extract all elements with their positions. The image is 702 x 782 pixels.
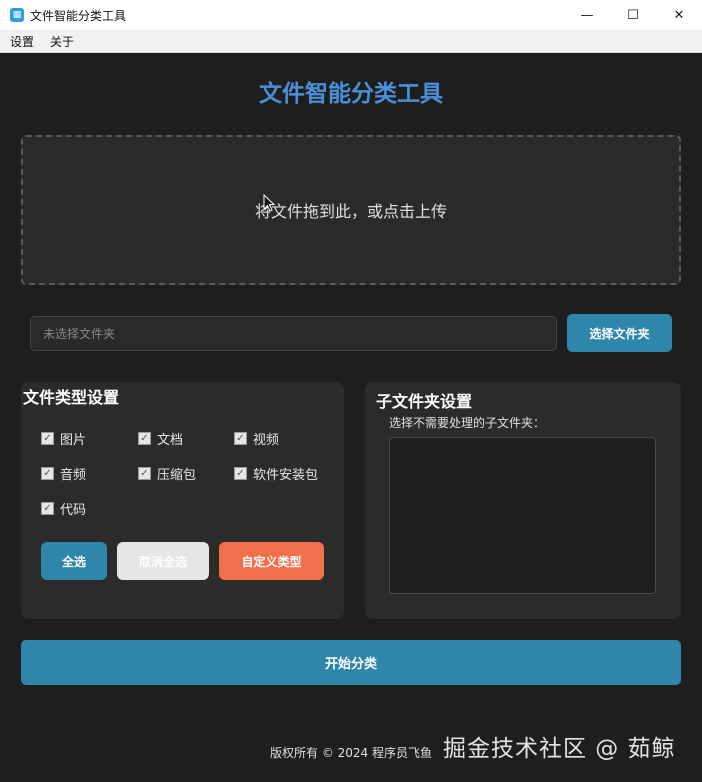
select-all-button[interactable]: 全选: [41, 542, 107, 580]
checkbox-icon: ✓: [41, 467, 54, 480]
maximize-button[interactable]: ☐: [610, 0, 656, 31]
menu-item-about[interactable]: 关于: [44, 33, 80, 50]
app-icon: ▦: [10, 8, 24, 22]
checkbox-image[interactable]: ✓ 图片: [41, 429, 86, 448]
subfolder-hint: 选择不需要处理的子文件夹：: [389, 416, 546, 430]
start-classify-button[interactable]: 开始分类: [21, 640, 681, 685]
subfolder-list[interactable]: [389, 437, 656, 594]
checkbox-icon: ✓: [138, 467, 151, 480]
file-type-title: 文件类型设置: [23, 388, 120, 407]
checkbox-code[interactable]: ✓ 代码: [41, 499, 86, 518]
deselect-all-button[interactable]: 取消全选: [117, 542, 209, 580]
file-type-panel: 文件类型设置 ✓ 图片 ✓ 文档 ✓ 视频 ✓ 音频 ✓ 压缩包 ✓ 软件安装包…: [21, 382, 344, 619]
checkbox-archive[interactable]: ✓ 压缩包: [138, 464, 196, 483]
checkbox-installer[interactable]: ✓ 软件安装包: [234, 464, 318, 483]
close-button[interactable]: ✕: [656, 0, 702, 31]
checkbox-icon: ✓: [138, 432, 151, 445]
window-controls: — ☐ ✕: [564, 0, 702, 31]
checkbox-audio[interactable]: ✓ 音频: [41, 464, 86, 483]
dropzone-text: 将文件拖到此，或点击上传: [254, 202, 447, 221]
subfolder-panel: 子文件夹设置 选择不需要处理的子文件夹：: [365, 382, 681, 619]
minimize-button[interactable]: —: [564, 0, 610, 31]
checkbox-document[interactable]: ✓ 文档: [138, 429, 183, 448]
checkbox-icon: ✓: [234, 432, 247, 445]
menu-item-settings[interactable]: 设置: [4, 33, 40, 50]
mouse-cursor-icon: [263, 194, 275, 212]
watermark: 掘金技术社区 @ 茹鲸: [443, 736, 676, 762]
app-heading: 文件智能分类工具: [259, 81, 443, 107]
checkbox-icon: ✓: [41, 432, 54, 445]
copyright-footer: 版权所有 © 2024 程序员飞鱼: [270, 746, 432, 760]
folder-path-input[interactable]: [30, 316, 557, 351]
checkbox-icon: ✓: [41, 502, 54, 515]
checkbox-video[interactable]: ✓ 视频: [234, 429, 279, 448]
file-dropzone[interactable]: 将文件拖到此，或点击上传: [21, 135, 681, 285]
menu-bar: 设置 关于: [0, 31, 702, 53]
checkbox-icon: ✓: [234, 467, 247, 480]
select-folder-button[interactable]: 选择文件夹: [567, 314, 672, 352]
window-title: 文件智能分类工具: [30, 8, 127, 23]
subfolder-title: 子文件夹设置: [376, 392, 473, 411]
window-titlebar: ▦ 文件智能分类工具 — ☐ ✕: [0, 0, 702, 31]
custom-type-button[interactable]: 自定义类型: [219, 542, 324, 580]
